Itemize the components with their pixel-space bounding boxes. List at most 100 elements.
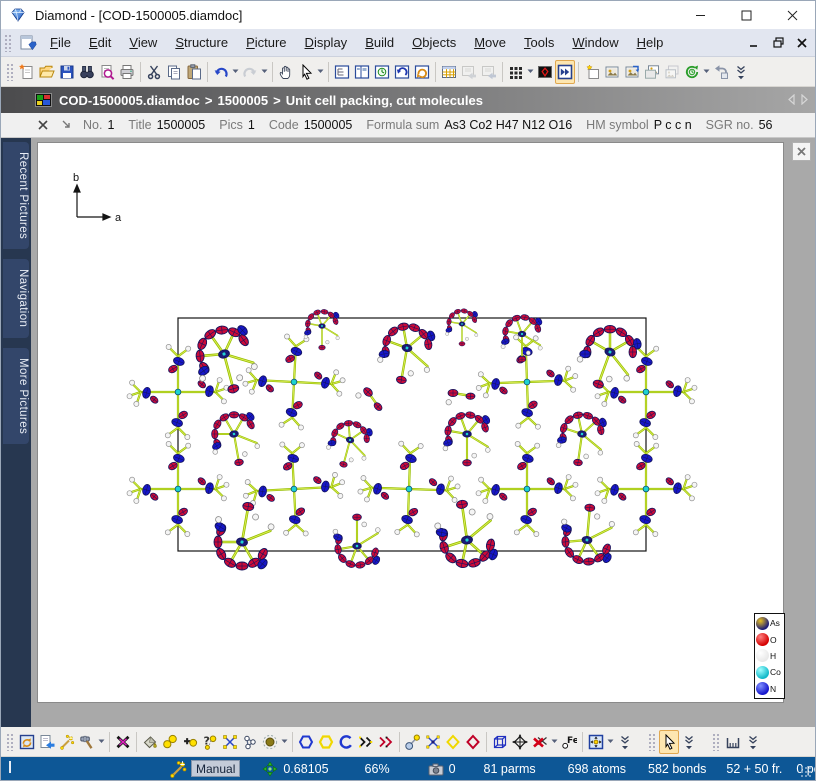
molecule-as[interactable] (570, 317, 647, 398)
find-binoculars-button[interactable] (77, 60, 97, 84)
breadcrumb-part-structure[interactable]: 1500005 (218, 93, 269, 108)
move-mode-button[interactable] (586, 730, 606, 754)
menu-picture[interactable]: Picture (237, 31, 295, 54)
select-arrow-button[interactable] (296, 60, 316, 84)
coordination-net-button[interactable] (423, 730, 443, 754)
molecule-as[interactable] (431, 496, 501, 572)
table-export-button[interactable] (459, 60, 479, 84)
atom-question-button[interactable]: ? (200, 730, 220, 754)
grid-menu-dropdown-arrow[interactable] (526, 60, 535, 84)
sidebar-tab-more-pictures[interactable]: More Pictures (3, 348, 29, 444)
sphere-packing-dropdown-arrow[interactable] (280, 730, 289, 754)
goto-arrow-icon[interactable] (59, 117, 75, 133)
open-folder-button[interactable] (37, 60, 57, 84)
view-axes-button[interactable] (510, 730, 530, 754)
table-new-button[interactable] (439, 60, 459, 84)
wand-build-button[interactable] (57, 730, 77, 754)
molecule-as[interactable] (443, 411, 492, 466)
picture-page[interactable]: b a AsOHCoN (37, 142, 784, 703)
picture-transfer-button[interactable] (642, 60, 662, 84)
split-view-button[interactable] (352, 60, 372, 84)
molecule-as[interactable] (333, 514, 382, 569)
overflow-chevrons-button[interactable] (743, 730, 763, 754)
overflow-chevrons-button[interactable] (679, 730, 699, 754)
tree-view-button[interactable] (332, 60, 352, 84)
toolbar-grip[interactable] (6, 733, 14, 751)
restore-view-button[interactable] (392, 60, 412, 84)
mdi-restore-button[interactable] (771, 36, 785, 50)
print-button[interactable] (117, 60, 137, 84)
mdi-close-button[interactable] (795, 36, 809, 50)
sidebar-tab-recent-pictures[interactable]: Recent Pictures (3, 142, 29, 249)
menu-help[interactable]: Help (628, 31, 673, 54)
molecule-as[interactable] (445, 308, 478, 346)
undo-button[interactable] (211, 60, 231, 84)
save-button[interactable] (57, 60, 77, 84)
picture-copy-button[interactable] (662, 60, 682, 84)
picture-blank-button[interactable] (602, 60, 622, 84)
molecule-as[interactable] (304, 309, 340, 350)
legend[interactable]: AsOHCoN (754, 613, 785, 699)
menu-file[interactable]: File (41, 31, 80, 54)
history-green-dropdown-arrow[interactable] (702, 60, 711, 84)
cut-scissors-button[interactable] (144, 60, 164, 84)
ring-search-button[interactable] (336, 730, 356, 754)
molecule-as[interactable] (374, 318, 439, 388)
menu-structure[interactable]: Structure (166, 31, 237, 54)
molecule-as[interactable] (206, 407, 263, 469)
refresh-structure-button[interactable] (17, 730, 37, 754)
polyhedron-yellow-button[interactable] (443, 730, 463, 754)
picture-new-button[interactable] (582, 60, 602, 84)
menu-view[interactable]: View (120, 31, 166, 54)
molecule-as[interactable] (557, 502, 617, 568)
molecule-as[interactable] (207, 497, 279, 575)
delete-red-dropdown-arrow[interactable] (550, 730, 559, 754)
polygon-yellow-button[interactable] (316, 730, 336, 754)
copy-pages-button[interactable] (164, 60, 184, 84)
page-apply-button[interactable] (37, 730, 57, 754)
ball-and-stick-button[interactable] (403, 730, 423, 754)
new-document-button[interactable] (17, 60, 37, 84)
previous-picture-button[interactable] (787, 93, 796, 108)
build-tools-dropdown-arrow[interactable] (97, 730, 106, 754)
net-black-button[interactable] (356, 730, 376, 754)
molecule-co[interactable] (241, 332, 348, 432)
sidebar-tab-navigation[interactable]: Navigation (3, 259, 29, 337)
menu-window[interactable]: Window (563, 31, 627, 54)
unit-cell-cube-button[interactable] (490, 730, 510, 754)
close-button[interactable] (769, 1, 815, 29)
expand-double-arrow-button[interactable] (555, 60, 575, 84)
history-green-button[interactable] (682, 60, 702, 84)
render-screen-button[interactable] (535, 60, 555, 84)
document-icon[interactable] (19, 34, 37, 52)
menu-tools[interactable]: Tools (515, 31, 563, 54)
molecule-co[interactable] (474, 333, 579, 432)
move-mode-dropdown-arrow[interactable] (606, 730, 615, 754)
navigate-back-button[interactable] (711, 60, 731, 84)
molecule-co[interactable] (241, 439, 348, 539)
menu-display[interactable]: Display (296, 31, 357, 54)
refresh-view-button[interactable] (412, 60, 432, 84)
next-picture-button[interactable] (800, 93, 809, 108)
picture-insert-button[interactable] (622, 60, 642, 84)
table-export-2-button[interactable] (479, 60, 499, 84)
grid-menu-button[interactable] (506, 60, 526, 84)
overflow-chevrons-button[interactable] (731, 60, 751, 84)
molecule-o2[interactable] (442, 381, 477, 409)
add-atoms-button[interactable] (160, 730, 180, 754)
select-arrow-dropdown-arrow[interactable] (316, 60, 325, 84)
menu-objects[interactable]: Objects (403, 31, 465, 54)
fe-label-button[interactable]: Fe (559, 730, 579, 754)
mode-selector[interactable]: Manual (191, 760, 240, 777)
undo-dropdown-arrow[interactable] (231, 60, 240, 84)
toolbar-grip[interactable] (6, 63, 14, 81)
molecule-co[interactable] (595, 344, 697, 439)
pan-hand-button[interactable] (276, 60, 296, 84)
close-icon[interactable] (35, 117, 51, 133)
fragment-cluster-button[interactable] (240, 730, 260, 754)
molecule-as[interactable] (322, 415, 376, 472)
molecule-o2[interactable] (353, 383, 388, 413)
redo-dropdown-arrow[interactable] (260, 60, 269, 84)
breadcrumb-part-picture[interactable]: Unit cell packing, cut molecules (286, 93, 483, 108)
print-preview-button[interactable] (97, 60, 117, 84)
